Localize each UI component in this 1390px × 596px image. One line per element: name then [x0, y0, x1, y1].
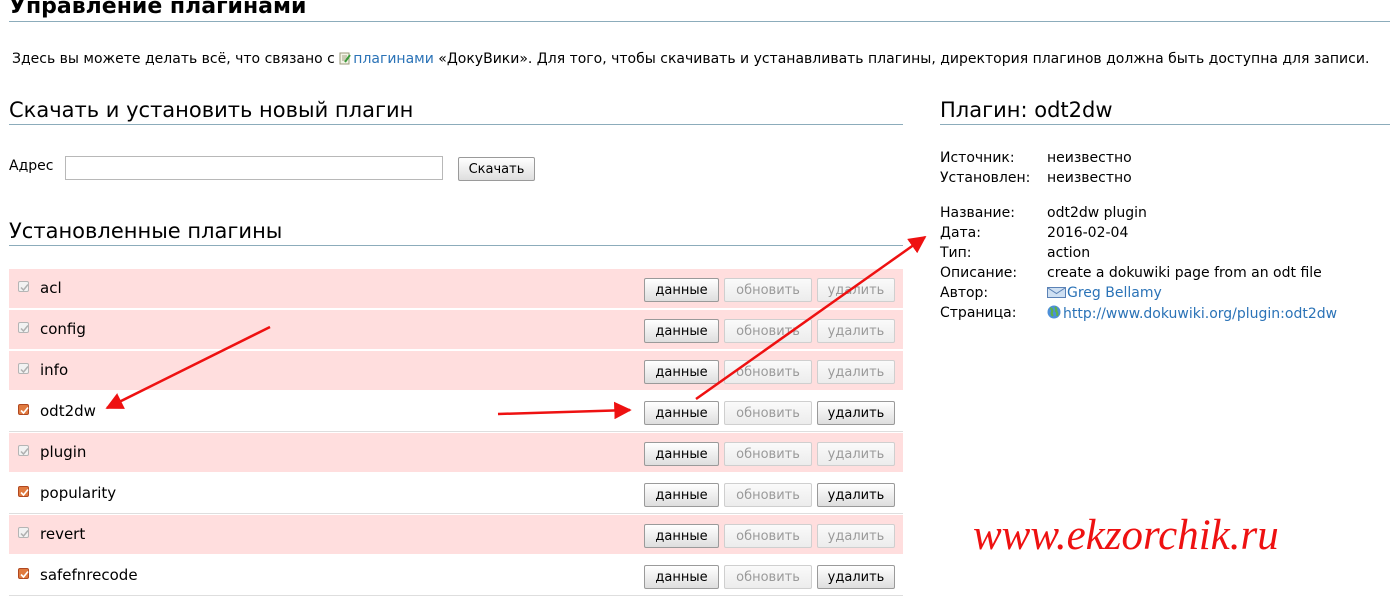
page-title: Управление плагинами — [9, 0, 307, 19]
source-value: неизвестно — [1047, 150, 1132, 166]
plugin-delete-button: удалить — [817, 442, 895, 466]
plugin-enable-checkbox[interactable] — [18, 404, 29, 415]
author-label: Автор: — [940, 285, 989, 301]
plugin-update-button: обновить — [724, 319, 812, 343]
plugin-name: config — [40, 320, 86, 338]
author-value: Greg Bellamy — [1047, 285, 1162, 302]
installed-heading: Установленные плагины — [9, 219, 283, 243]
name-value: odt2dw plugin — [1047, 205, 1147, 221]
title-divider — [9, 21, 1390, 22]
source-label: Источник: — [940, 150, 1015, 166]
plugin-info-button[interactable]: данные — [644, 524, 719, 548]
plugin-delete-button: удалить — [817, 319, 895, 343]
author-email-link[interactable]: Greg Bellamy — [1067, 285, 1162, 301]
plugin-delete-button[interactable]: удалить — [817, 401, 895, 425]
date-label: Дата: — [940, 225, 981, 241]
plugin-enable-checkbox — [18, 445, 29, 456]
plugin-enable-checkbox — [18, 363, 29, 374]
description-value: create a dokuwiki page from an odt file — [1047, 265, 1322, 281]
plugin-enable-checkbox[interactable] — [18, 568, 29, 579]
plugin-row: safefnrecode данные обновить удалить — [9, 556, 903, 596]
page-value: http://www.dokuwiki.org/plugin:odt2dw — [1047, 305, 1337, 323]
wiki-link-icon — [339, 51, 352, 71]
plugin-delete-button[interactable]: удалить — [817, 565, 895, 589]
plugin-name: safefnrecode — [40, 566, 138, 584]
email-icon — [1047, 286, 1066, 302]
intro-text-after: «ДокуВики». Для того, чтобы скачивать и … — [433, 51, 1370, 67]
plugin-update-button: обновить — [724, 524, 812, 548]
plugin-name: popularity — [40, 484, 117, 502]
plugin-enable-checkbox — [18, 281, 29, 292]
plugin-info-button[interactable]: данные — [644, 401, 719, 425]
installed-heading-rule — [9, 245, 903, 246]
date-value: 2016-02-04 — [1047, 225, 1129, 241]
plugin-enable-checkbox — [18, 322, 29, 333]
plugin-update-button: обновить — [724, 401, 812, 425]
plugin-name: acl — [40, 279, 62, 297]
plugin-delete-button: удалить — [817, 278, 895, 302]
plugin-row: plugin данные обновить удалить — [9, 433, 903, 473]
plugin-info-button[interactable]: данные — [644, 442, 719, 466]
plugin-row: info данные обновить удалить — [9, 351, 903, 391]
plugin-delete-button: удалить — [817, 524, 895, 548]
watermark: www.ekzorchik.ru — [973, 512, 1279, 559]
installed-value: неизвестно — [1047, 170, 1132, 186]
type-label: Тип: — [940, 245, 972, 261]
plugin-row: config данные обновить удалить — [9, 310, 903, 350]
plugin-update-button: обновить — [724, 360, 812, 384]
plugin-update-button: обновить — [724, 442, 812, 466]
plugin-info-button[interactable]: данные — [644, 483, 719, 507]
plugin-enable-checkbox — [18, 527, 29, 538]
plugin-info-button[interactable]: данные — [644, 278, 719, 302]
description-label: Описание: — [940, 265, 1018, 281]
page-label: Страница: — [940, 305, 1017, 321]
plugin-name: revert — [40, 525, 86, 543]
plugin-info-button[interactable]: данные — [644, 360, 719, 384]
address-input[interactable] — [65, 156, 443, 180]
plugin-row: popularity данные обновить удалить — [9, 474, 903, 514]
type-value: action — [1047, 245, 1091, 261]
download-button[interactable]: Скачать — [458, 157, 535, 181]
installed-label: Установлен: — [940, 170, 1031, 186]
intro-text-before: Здесь вы можете делать всё, что связано … — [12, 51, 340, 67]
intro-text: Здесь вы можете делать всё, что связано … — [12, 49, 1390, 71]
plugin-row: acl данные обновить удалить — [9, 269, 903, 309]
name-label: Название: — [940, 205, 1015, 221]
download-heading: Скачать и установить новый плагин — [9, 98, 414, 122]
plugin-info-button[interactable]: данные — [644, 319, 719, 343]
plugin-page-link[interactable]: http://www.dokuwiki.org/plugin:odt2dw — [1063, 306, 1337, 322]
plugins-link[interactable]: плагинами — [353, 51, 434, 67]
plugin-delete-button[interactable]: удалить — [817, 483, 895, 507]
plugin-name: info — [40, 361, 69, 379]
plugin-update-button: обновить — [724, 483, 812, 507]
plugin-row: odt2dw данные обновить удалить — [9, 392, 903, 432]
plugin-info-button[interactable]: данные — [644, 565, 719, 589]
plugin-update-button: обновить — [724, 565, 812, 589]
plugin-name: plugin — [40, 443, 87, 461]
plugin-info-heading-rule — [940, 124, 1390, 125]
plugin-info-heading: Плагин: odt2dw — [940, 98, 1113, 122]
plugin-row: revert данные обновить удалить — [9, 515, 903, 555]
plugin-enable-checkbox[interactable] — [18, 486, 29, 497]
plugin-delete-button: удалить — [817, 360, 895, 384]
globe-icon — [1047, 305, 1061, 323]
download-heading-rule — [9, 124, 903, 125]
address-label: Адрес — [9, 158, 54, 174]
plugin-name: odt2dw — [40, 402, 96, 420]
plugin-update-button: обновить — [724, 278, 812, 302]
